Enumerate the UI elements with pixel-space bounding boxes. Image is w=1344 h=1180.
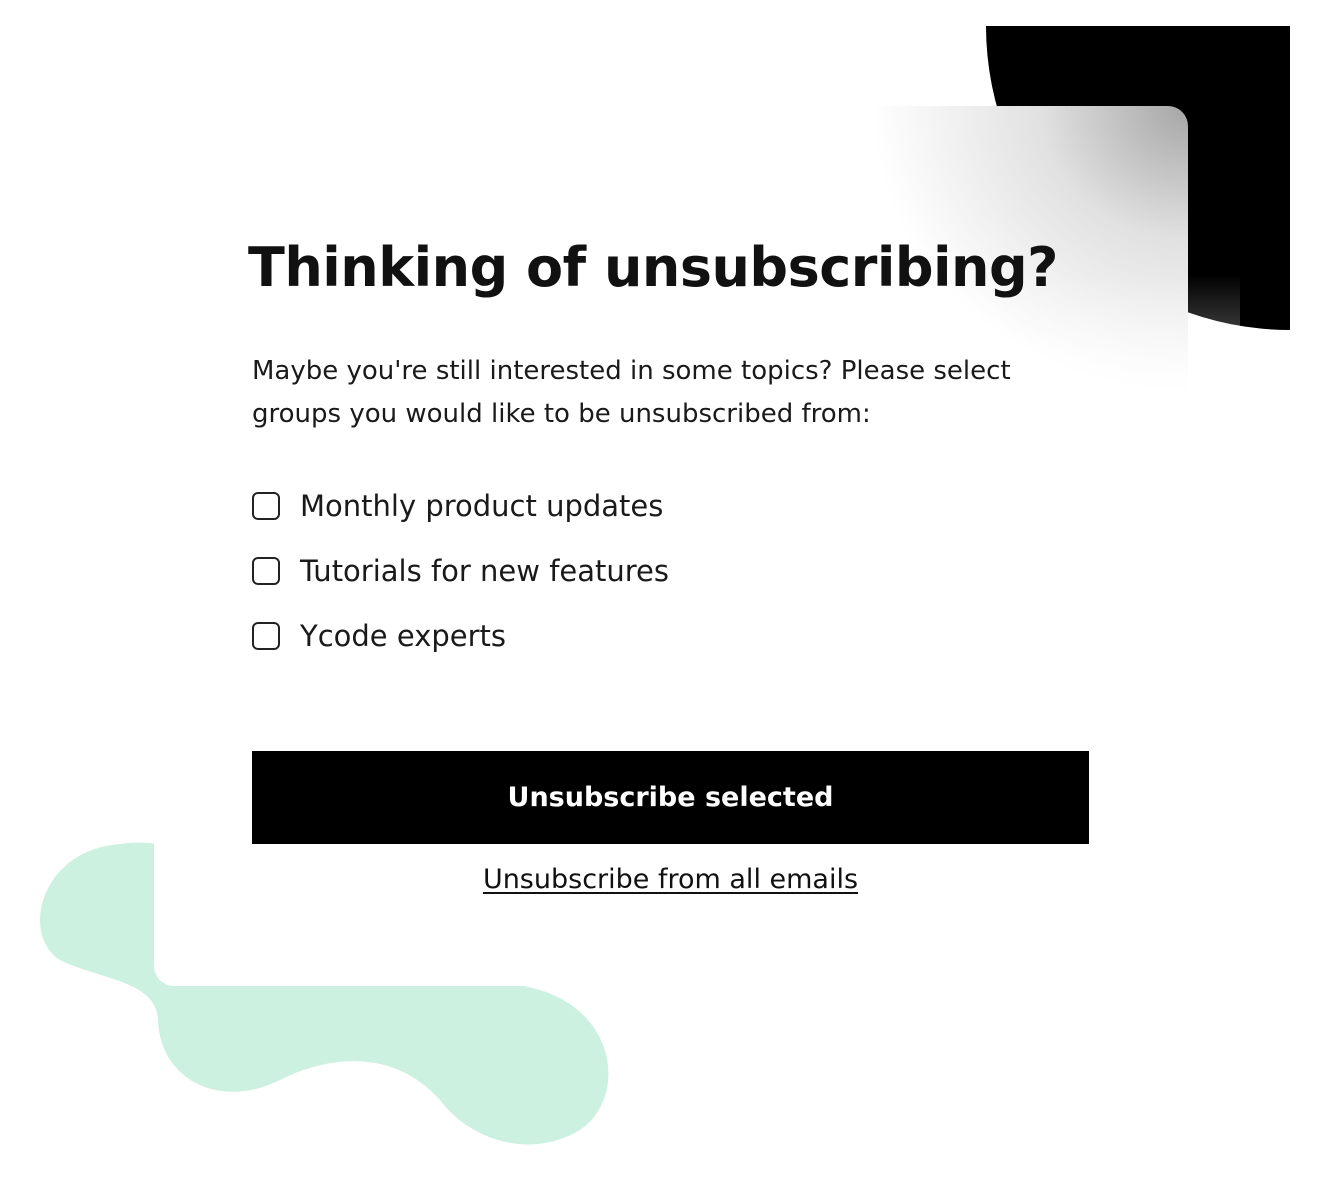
unsubscribe-all-link[interactable]: Unsubscribe from all emails	[252, 864, 1089, 895]
empty-checkbox-icon[interactable]	[252, 492, 280, 520]
form-description: Maybe you're still interested in some to…	[252, 356, 1011, 429]
page-title: Thinking of unsubscribing?	[248, 236, 1058, 299]
option-label[interactable]: Tutorials for new features	[300, 554, 669, 588]
option-ycode-experts[interactable]: Ycode experts	[252, 614, 669, 658]
option-monthly-product-updates[interactable]: Monthly product updates	[252, 484, 669, 528]
topic-options-list: Monthly product updates Tutorials for ne…	[252, 484, 669, 679]
unsubscribe-selected-button[interactable]: Unsubscribe selected	[252, 751, 1089, 844]
option-label[interactable]: Monthly product updates	[300, 489, 663, 523]
empty-checkbox-icon[interactable]	[252, 622, 280, 650]
empty-checkbox-icon[interactable]	[252, 557, 280, 585]
option-tutorials-for-new-features[interactable]: Tutorials for new features	[252, 549, 669, 593]
option-label[interactable]: Ycode experts	[300, 619, 506, 653]
